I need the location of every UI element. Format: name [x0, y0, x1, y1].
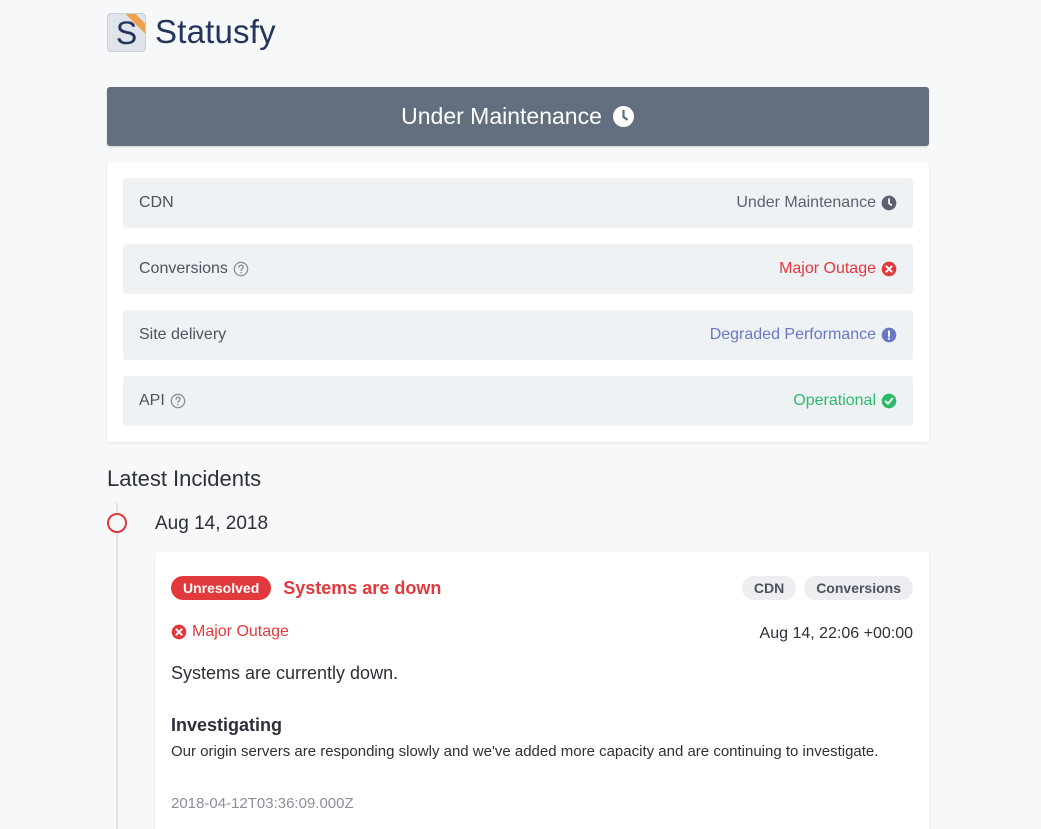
component-row-site-delivery: Site delivery Degraded Performance: [123, 310, 913, 360]
component-status-text: Under Maintenance: [736, 194, 876, 211]
update-title: Investigating: [171, 715, 283, 735]
timeline-line: [116, 503, 118, 829]
check-circle-icon: [881, 393, 897, 409]
logo[interactable]: S: [107, 12, 146, 52]
component-status: Degraded Performance: [710, 326, 897, 344]
brand-name[interactable]: Statusfy: [155, 13, 276, 51]
incident-time: Aug 14, 22:06 +00:00: [759, 625, 913, 642]
component-status-text: Degraded Performance: [709, 326, 876, 343]
component-name-text: Site delivery: [139, 326, 227, 343]
component-name: CDN: [139, 194, 174, 212]
incident-date: Aug 14, 2018: [155, 513, 269, 534]
component-name: Site delivery: [139, 326, 226, 344]
clock-icon: [612, 105, 635, 128]
clock-icon: [881, 195, 897, 211]
exclamation-circle-icon: [881, 327, 897, 343]
component-status: Major Outage: [779, 260, 897, 278]
incident-impact: Major Outage: [171, 623, 289, 641]
incident-impact-text: Major Outage: [192, 623, 289, 640]
component-row-conversions: Conversions Major Outage: [123, 244, 913, 294]
incident-header: Unresolved Systems are down CDN Conversi…: [171, 576, 913, 600]
component-row-cdn: CDN Under Maintenance: [123, 178, 913, 228]
component-status: Under Maintenance: [736, 194, 897, 212]
component-name-text: CDN: [139, 194, 174, 211]
component-name-text: Conversions: [139, 260, 228, 277]
incident-title-group: Unresolved Systems are down: [171, 576, 441, 600]
incident-tags: CDN Conversions: [734, 576, 913, 600]
timeline-dot: [107, 513, 127, 533]
component-row-api: API Operational: [123, 376, 913, 426]
component-status-text: Operational: [793, 392, 876, 409]
latest-incidents-title: Latest Incidents: [107, 466, 262, 491]
component-name-text: API: [139, 392, 165, 409]
component-name: API: [139, 392, 186, 410]
overall-status-label: Under Maintenance: [401, 103, 602, 129]
question-circle-icon[interactable]: [233, 261, 249, 277]
x-circle-icon: [171, 624, 187, 640]
incident-title[interactable]: Systems are down: [283, 578, 441, 599]
component-status-text: Major Outage: [779, 260, 876, 277]
component-status: Operational: [793, 392, 897, 410]
update-timestamp: 2018-04-12T03:36:09.000Z: [171, 795, 354, 812]
incident-body: Systems are currently down.: [171, 663, 399, 683]
incident-meta: Major Outage Aug 14, 22:06 +00:00: [171, 621, 913, 643]
question-circle-icon[interactable]: [170, 393, 186, 409]
update-text: Our origin servers are responding slowly…: [171, 743, 879, 760]
component-name: Conversions: [139, 260, 249, 278]
tag-conversions: Conversions: [804, 576, 913, 600]
x-circle-icon: [881, 261, 897, 277]
overall-status-banner: Under Maintenance: [107, 87, 929, 146]
components-panel: CDN Under Maintenance Conversions Major …: [107, 162, 929, 442]
incident-card: Unresolved Systems are down CDN Conversi…: [155, 552, 929, 829]
site-header: S Statusfy: [107, 12, 276, 52]
tag-cdn: CDN: [741, 576, 797, 600]
unresolved-badge: Unresolved: [171, 576, 272, 600]
